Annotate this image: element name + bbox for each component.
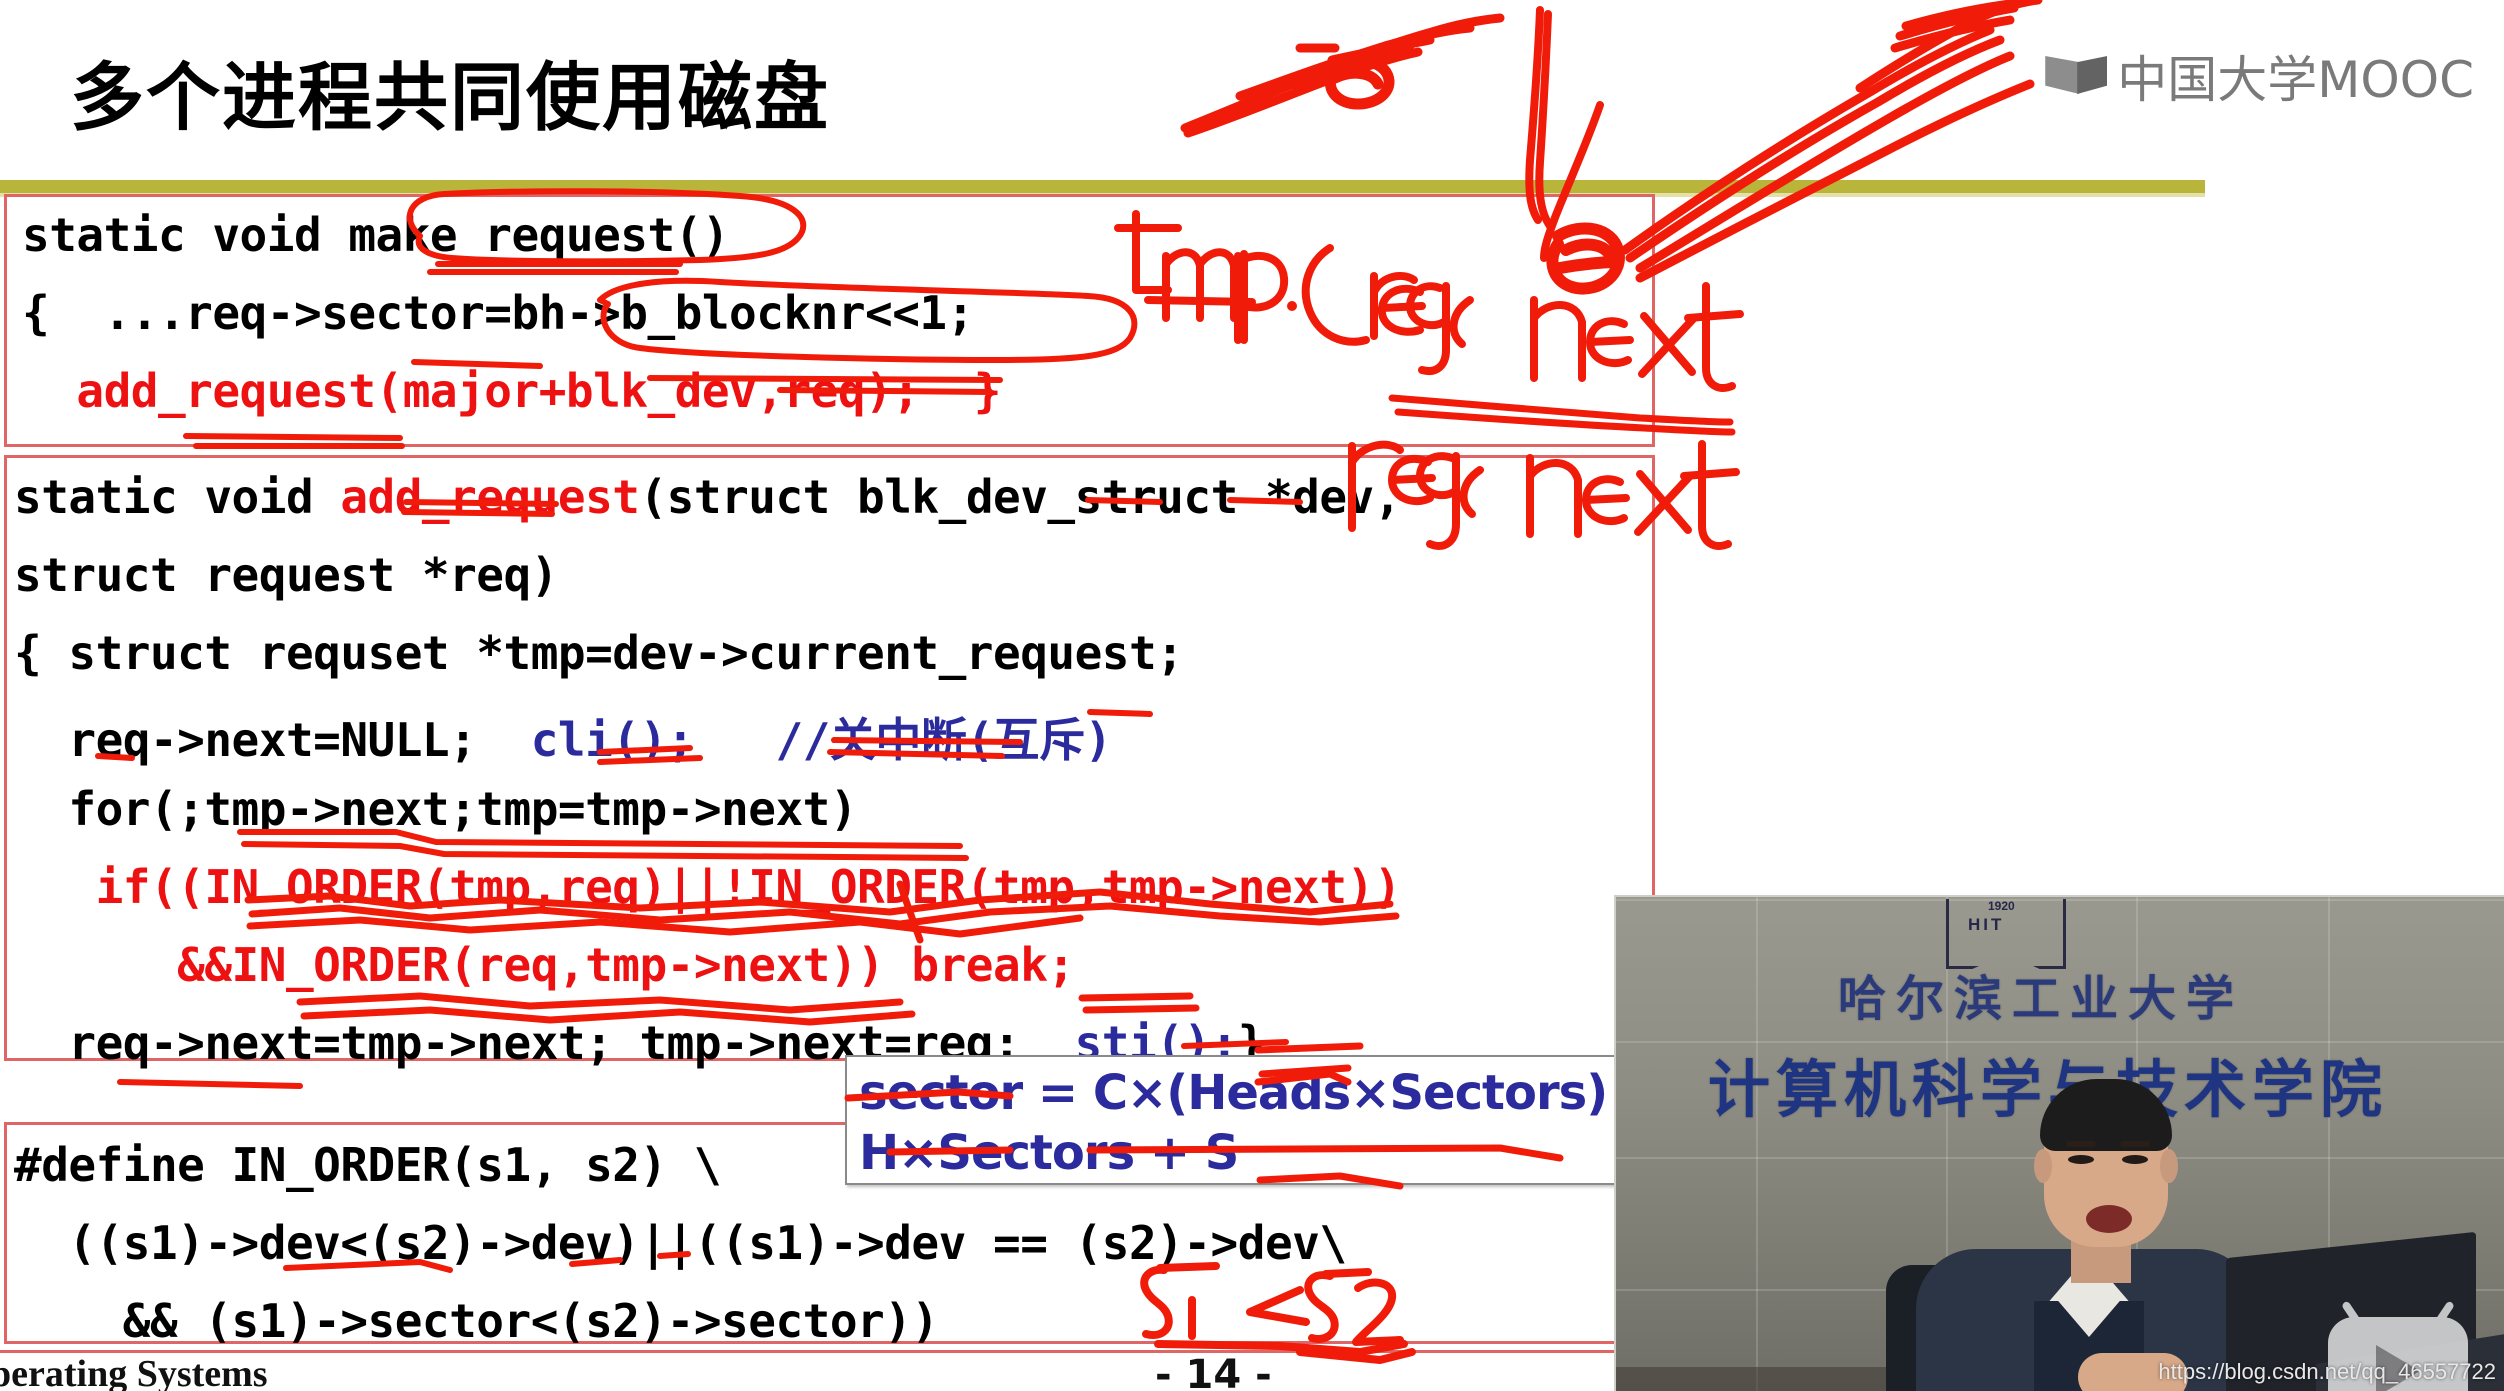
code-in-order-line-2: ((s1)->dev<(s2)->dev)||((s1)->dev == (s2… bbox=[14, 1216, 1347, 1270]
page-title: 多个进程共同使用磁盘 bbox=[70, 55, 830, 141]
code-in-order-line-1-seg-1: #define IN_ORDER(s1, s2) \ bbox=[14, 1138, 722, 1192]
code-add-request-line-3: { struct requset *tmp=dev->current_reque… bbox=[14, 626, 1184, 680]
code-add-request-line-4: req->next=NULL; cli(); //关中断(互斥) bbox=[14, 704, 1112, 770]
code-make-request-line-1-seg-1: static void make_request() bbox=[22, 208, 730, 262]
formula-line-2: H×Sectors + S bbox=[859, 1125, 1239, 1181]
code-in-order-line-2-seg-1: ((s1)->dev<(s2)->dev)||((s1)->dev == (s2… bbox=[14, 1216, 1347, 1270]
formula-line-1: sector = C×(Heads×Sectors) + bbox=[859, 1065, 1632, 1121]
wall-text-university: 哈尔滨工业大学 bbox=[1838, 971, 2245, 1027]
code-add-request-line-5-seg-1: for(;tmp->next;tmp=tmp->next) bbox=[14, 782, 858, 836]
open-book-icon bbox=[2045, 52, 2108, 100]
lecturer-video-overlay[interactable]: 1920 HIT 哈尔滨工业大学 计算机科学与技术学院 https://blog… bbox=[1614, 895, 2504, 1391]
code-add-request-line-1-seg-2: add_request bbox=[340, 470, 640, 524]
code-add-request-line-5: for(;tmp->next;tmp=tmp->next) bbox=[14, 782, 857, 836]
presenter-mouth bbox=[2086, 1205, 2132, 1233]
code-add-request-line-1: static void add_request(struct blk_dev_s… bbox=[14, 470, 1401, 524]
code-add-request-line-1-seg-3: (struct blk_dev_struct *dev, bbox=[639, 470, 1401, 524]
code-make-request-line-1: static void make_request() bbox=[22, 208, 730, 262]
csdn-watermark: https://blog.csdn.net/qq_46557722 bbox=[2158, 1359, 2496, 1384]
code-add-request-line-3-seg-1: { struct requset *tmp=dev->current_reque… bbox=[14, 626, 1184, 680]
code-add-request-line-4-seg-2: cli(); bbox=[530, 713, 695, 767]
sector-formula-overlay: sector = C×(Heads×Sectors) + H×Sectors +… bbox=[845, 1055, 1632, 1185]
code-add-request-line-6: if((IN_ORDER(tmp,req)||!IN_ORDER(tmp,tmp… bbox=[14, 860, 1402, 914]
code-in-order-line-3-seg-1: && (s1)->sector<(s2)->sector)) bbox=[14, 1294, 939, 1348]
code-make-request-line-2-seg-1: { ...req->sector=bh->b_blocknr<<1; bbox=[22, 286, 974, 340]
title-divider bbox=[0, 180, 2205, 193]
code-add-request-line-2-seg-1: struct request *req) bbox=[14, 548, 558, 602]
code-add-request-line-2: struct request *req) bbox=[14, 548, 558, 602]
code-add-request-line-7-seg-1: &&IN_ORDER(req,tmp->next)) break; bbox=[14, 938, 1075, 992]
code-in-order-line-3: && (s1)->sector<(s2)->sector)) bbox=[14, 1294, 939, 1348]
code-add-request-line-6-seg-1: if((IN_ORDER(tmp,req)||!IN_ORDER(tmp,tmp… bbox=[14, 860, 1402, 914]
code-make-request-line-3: add_request(major+blk_dev,req); } bbox=[22, 364, 1001, 418]
code-add-request-line-4-seg-3: //关中断(互斥) bbox=[693, 713, 1112, 767]
code-add-request-line-1-seg-1: static void bbox=[14, 470, 341, 524]
code-add-request-line-4-seg-1: req->next=NULL; bbox=[14, 713, 531, 767]
code-in-order-line-1: #define IN_ORDER(s1, s2) \ bbox=[14, 1138, 722, 1192]
slide-canvas: 多个进程共同使用磁盘 中国大学MOOC static void make_req… bbox=[0, 0, 2504, 1391]
code-add-request-line-7: &&IN_ORDER(req,tmp->next)) break; bbox=[14, 938, 1075, 992]
hit-crest-text: HIT bbox=[1968, 915, 2005, 934]
hit-crest-year: 1920 bbox=[1988, 899, 2015, 913]
mooc-logo-text: 中国大学MOOC bbox=[2117, 51, 2474, 109]
mooc-logo: 中国大学MOOC bbox=[2045, 40, 2474, 112]
code-make-request-line-2: { ...req->sector=bh->b_blocknr<<1; bbox=[22, 286, 974, 340]
footer-course-name: perating Systems bbox=[0, 1353, 268, 1391]
code-make-request-line-3-seg-1: add_request(major+blk_dev,req); } bbox=[22, 364, 1001, 418]
page-number: - 14 - bbox=[1155, 1352, 1272, 1391]
